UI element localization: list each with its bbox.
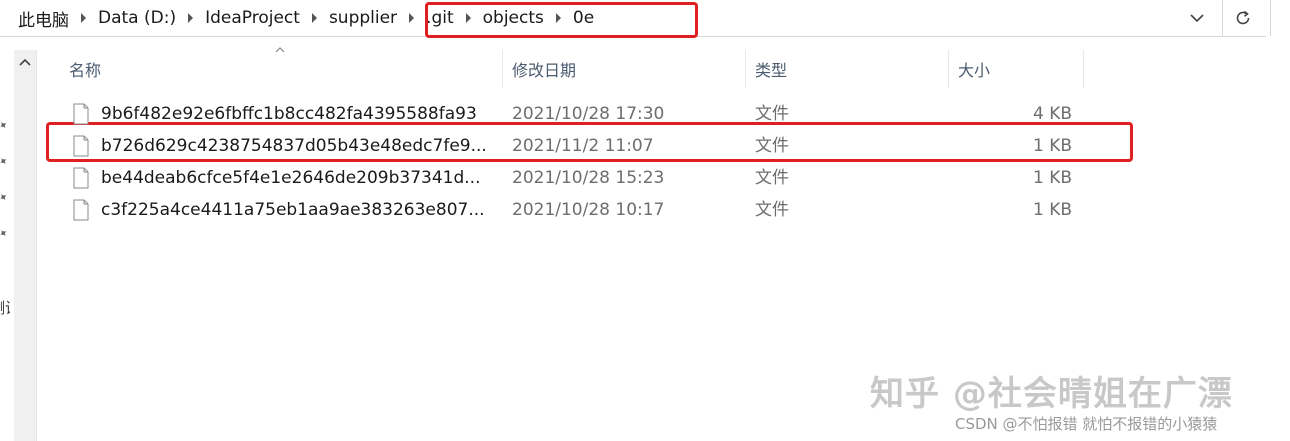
pin-icon[interactable]: ✦ — [0, 154, 11, 170]
file-icon — [73, 199, 89, 221]
file-name: be44deab6cfce5f4e1e2646de209b37341d... — [101, 168, 481, 188]
file-row[interactable]: be44deab6cfce5f4e1e2646de209b37341d... 2… — [40, 162, 1100, 194]
crumb-ideaproject[interactable]: IdeaProject — [205, 8, 300, 28]
refresh-icon — [1236, 10, 1250, 25]
pin-icon[interactable]: ✦ — [0, 226, 11, 242]
file-date: 2021/11/2 11:07 — [512, 136, 654, 156]
file-size: 1 KB — [1032, 168, 1072, 188]
search-box-edge[interactable] — [1270, 0, 1290, 36]
crumb-supplier[interactable]: supplier — [329, 8, 397, 28]
pin-icon[interactable]: ✦ — [0, 118, 11, 134]
file-date: 2021/10/28 15:23 — [512, 168, 665, 188]
file-type: 文件 — [755, 168, 789, 188]
zhihu-watermark: 知乎 @社会晴姐在广漂 — [870, 374, 1233, 414]
chevron-right-icon[interactable] — [188, 13, 194, 23]
column-divider[interactable] — [502, 50, 503, 88]
file-row[interactable]: b726d629c4238754837d05b43e48edc7fe9... 2… — [40, 130, 1100, 162]
crumb-this-pc[interactable]: 此电脑 — [18, 6, 69, 31]
highlight-path-box — [425, 2, 698, 38]
column-divider[interactable] — [948, 50, 949, 88]
file-name: 9b6f482e92e6fbffc1b8cc482fa4395588fa93 — [101, 104, 477, 124]
navigation-pane-strip[interactable]: ✦ ✦ ✦ ✦ 测试 — [0, 37, 12, 441]
nav-item-label[interactable]: 测试 — [0, 297, 10, 318]
column-divider[interactable] — [745, 50, 746, 88]
chevron-down-icon — [1190, 14, 1204, 23]
file-size: 4 KB — [1032, 104, 1072, 124]
file-type: 文件 — [755, 200, 789, 220]
file-name: b726d629c4238754837d05b43e48edc7fe9... — [101, 136, 487, 156]
navigation-scrollbar[interactable] — [14, 50, 37, 441]
file-size: 1 KB — [1032, 136, 1072, 156]
file-size: 1 KB — [1032, 200, 1072, 220]
pin-icon[interactable]: ✦ — [0, 190, 11, 206]
refresh-button[interactable] — [1228, 4, 1258, 32]
column-header-size[interactable]: 大小 — [958, 50, 1082, 88]
file-type: 文件 — [755, 136, 789, 156]
file-icon — [73, 135, 89, 157]
file-date: 2021/10/28 10:17 — [512, 200, 665, 220]
csdn-watermark: CSDN @不怕报错 就怕不报错的小猿猿 — [955, 415, 1218, 433]
file-row[interactable]: 9b6f482e92e6fbffc1b8cc482fa4395588fa93 2… — [40, 98, 1100, 130]
file-icon — [73, 103, 89, 125]
chevron-right-icon[interactable] — [81, 13, 86, 23]
file-type: 文件 — [755, 104, 789, 124]
scroll-up-icon[interactable] — [19, 58, 31, 66]
column-header-name[interactable]: 名称 — [69, 50, 499, 88]
toolbar-divider — [1222, 0, 1223, 36]
file-icon — [73, 167, 89, 189]
file-date: 2021/10/28 17:30 — [512, 104, 665, 124]
file-row[interactable]: c3f225a4ce4411a75eb1aa9ae383263e807... 2… — [40, 194, 1100, 226]
chevron-right-icon[interactable] — [409, 13, 415, 23]
address-history-dropdown[interactable] — [1184, 6, 1210, 30]
chevron-right-icon[interactable] — [311, 13, 317, 23]
crumb-data-drive[interactable]: Data (D:) — [98, 8, 176, 28]
column-header-date[interactable]: 修改日期 — [512, 50, 742, 88]
file-name: c3f225a4ce4411a75eb1aa9ae383263e807... — [101, 200, 485, 220]
column-header-type[interactable]: 类型 — [755, 50, 945, 88]
column-divider[interactable] — [1083, 50, 1084, 88]
